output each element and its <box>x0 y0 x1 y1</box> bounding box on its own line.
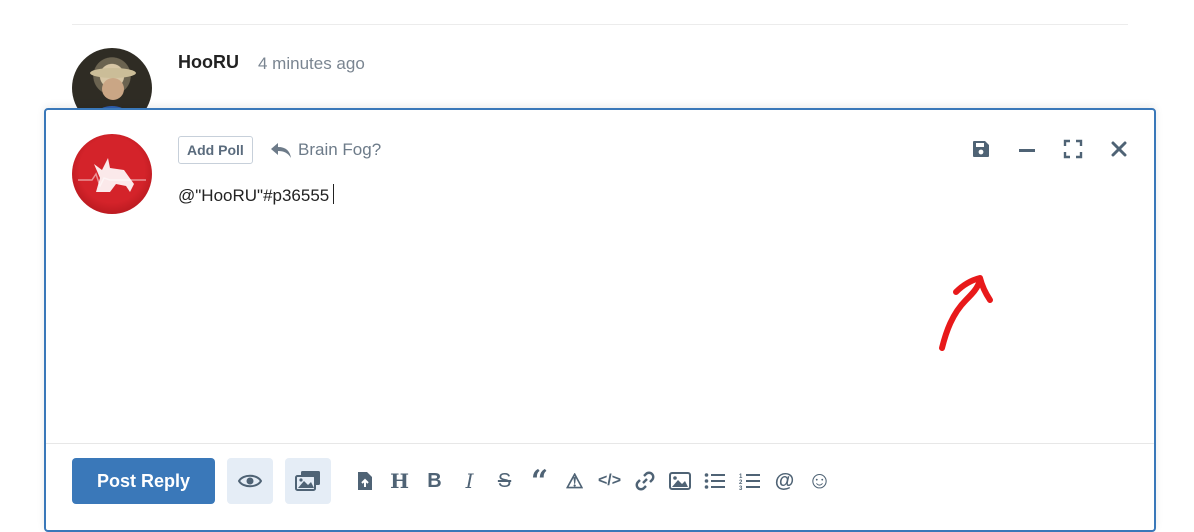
composer-controls <box>970 138 1130 160</box>
composer-toolbar: Post Reply H B I S “ ⚠ </> 1 2 3 @ ☺ <box>72 457 1134 505</box>
save-icon[interactable] <box>970 138 992 160</box>
mention-icon[interactable]: @ <box>767 458 802 504</box>
heading-icon[interactable]: H <box>382 458 417 504</box>
image-toggle-button[interactable] <box>285 458 332 504</box>
reply-context-title: Brain Fog? <box>298 140 382 159</box>
toolbar-divider <box>46 443 1154 444</box>
quote-icon[interactable]: “ <box>522 458 557 504</box>
image-icon[interactable] <box>662 458 697 504</box>
reply-textarea[interactable]: @"HooRU"#p36555 <box>178 184 335 206</box>
reply-icon <box>271 143 291 158</box>
text-caret <box>333 184 335 204</box>
strikethrough-icon[interactable]: S <box>487 458 522 504</box>
close-icon[interactable] <box>1108 138 1130 160</box>
post-reply-button[interactable]: Post Reply <box>72 458 216 504</box>
format-tools: H B I S “ ⚠ </> 123 @ ☺ <box>347 458 837 504</box>
minimize-icon[interactable] <box>1016 138 1038 160</box>
emoji-icon[interactable]: ☺ <box>802 458 837 504</box>
italic-icon[interactable]: I <box>452 458 487 504</box>
upload-file-icon[interactable] <box>347 458 382 504</box>
images-icon <box>295 471 321 491</box>
link-icon[interactable] <box>627 458 662 504</box>
code-icon[interactable]: </> <box>592 458 627 504</box>
editor-content: @"HooRU"#p36555 <box>178 186 330 205</box>
post-author[interactable]: HooRU <box>178 52 239 73</box>
add-poll-button[interactable]: Add Poll <box>178 136 253 164</box>
bold-icon[interactable]: B <box>417 458 452 504</box>
fullscreen-icon[interactable] <box>1062 138 1084 160</box>
warning-icon[interactable]: ⚠ <box>557 458 592 504</box>
svg-text:3: 3 <box>739 486 743 490</box>
avatar[interactable] <box>72 134 152 214</box>
post-preview: HooRU 4 minutes ago <box>72 48 1132 128</box>
bullet-list-icon[interactable] <box>697 458 732 504</box>
numbered-list-icon[interactable]: 123 <box>732 458 767 504</box>
separator-line <box>72 24 1128 25</box>
eye-icon <box>238 474 263 488</box>
reply-composer: Add Poll Brain Fog? @"HooRU"#p36555 Post… <box>44 108 1156 532</box>
preview-toggle-button[interactable] <box>227 458 274 504</box>
reply-context-link[interactable]: Brain Fog? <box>270 138 381 162</box>
post-time[interactable]: 4 minutes ago <box>258 54 365 74</box>
red-arrow-annotation <box>939 275 993 351</box>
